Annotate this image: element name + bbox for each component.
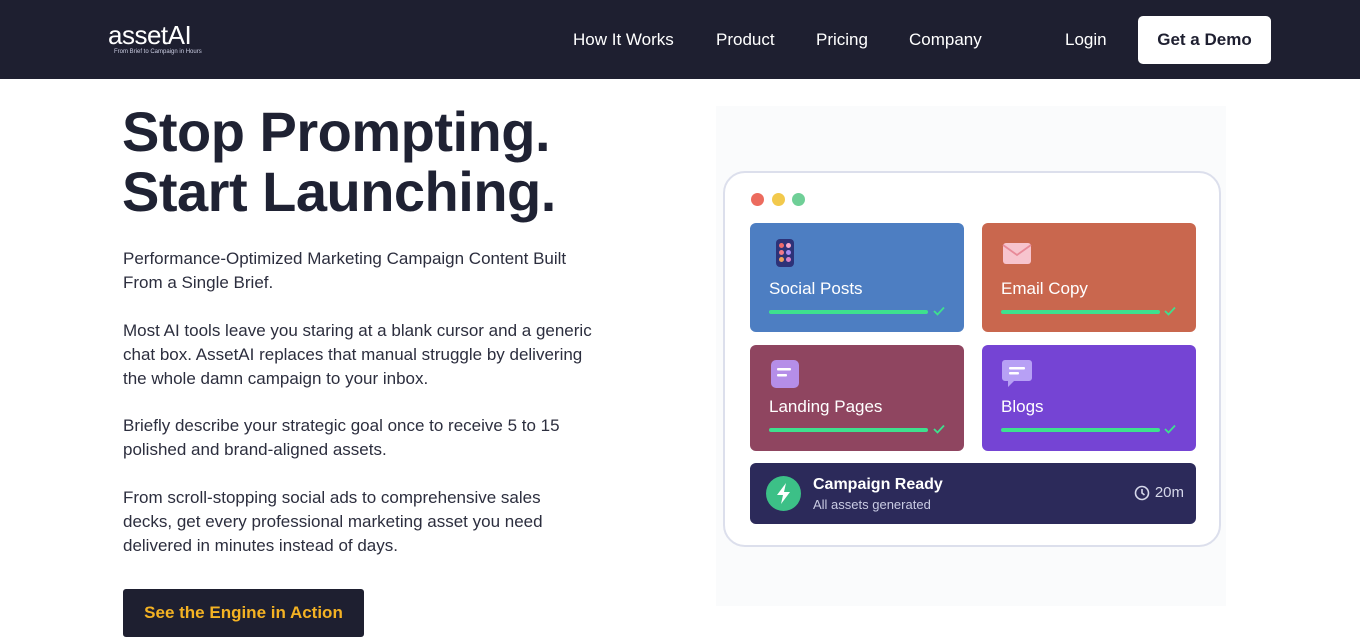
clock-icon <box>1134 485 1150 500</box>
asset-card-social-posts: Social Posts <box>750 223 964 332</box>
status-title: Campaign Ready <box>813 476 943 493</box>
headline-line-2: Start Launching. <box>122 160 556 223</box>
nav-link-pricing[interactable]: Pricing <box>816 29 868 51</box>
asset-card-blogs: Blogs <box>982 345 1196 451</box>
progress-bar <box>1001 428 1160 432</box>
lightning-icon <box>766 476 801 511</box>
envelope-icon <box>1002 243 1032 264</box>
nav-link-company[interactable]: Company <box>909 29 982 51</box>
elapsed-time: 20m <box>1134 484 1184 501</box>
brand-name: assetAI <box>108 20 192 50</box>
hero-headline: Stop Prompting. Start Launching. <box>122 102 556 222</box>
campaign-ready-banner: Campaign Ready All assets generated 20m <box>750 463 1196 524</box>
asset-card-email-copy: Email Copy <box>982 223 1196 332</box>
login-link[interactable]: Login <box>1065 29 1107 51</box>
headline-line-1: Stop Prompting. <box>122 100 551 163</box>
asset-card-landing-pages: Landing Pages <box>750 345 964 451</box>
get-a-demo-button[interactable]: Get a Demo <box>1138 16 1271 64</box>
phone-apps-icon <box>776 239 794 267</box>
status-subtitle: All assets generated <box>813 497 931 512</box>
check-icon <box>933 424 945 434</box>
see-engine-button[interactable]: See the Engine in Action <box>123 589 364 637</box>
nav-link-how-it-works[interactable]: How It Works <box>573 29 674 51</box>
hero-paragraph-4: From scroll-stopping social ads to compr… <box>123 488 543 555</box>
progress-bar <box>769 310 928 314</box>
app-window-mockup: Social Posts Email Copy Landing Pages Bl… <box>723 171 1221 547</box>
elapsed-time-value: 20m <box>1154 484 1184 501</box>
brand-tagline: From Brief to Campaign in Hours <box>114 49 202 55</box>
card-label: Blogs <box>1001 397 1044 416</box>
top-navigation-bar: assetAI From Brief to Campaign in Hours … <box>0 0 1360 79</box>
card-label: Landing Pages <box>769 397 883 416</box>
window-maximize-dot <box>792 193 805 206</box>
check-icon <box>1164 306 1176 316</box>
check-icon <box>1164 424 1176 434</box>
card-label: Social Posts <box>769 279 863 298</box>
nav-link-product[interactable]: Product <box>716 29 775 51</box>
check-icon <box>933 306 945 316</box>
hero-paragraph-1: Performance-Optimized Marketing Campaign… <box>123 249 567 292</box>
chat-bubble-icon <box>1002 360 1032 387</box>
document-icon <box>771 360 799 388</box>
window-minimize-dot <box>772 193 785 206</box>
card-label: Email Copy <box>1001 279 1088 298</box>
window-close-dot <box>751 193 764 206</box>
hero-paragraph-3: Briefly describe your strategic goal onc… <box>123 416 560 459</box>
progress-bar <box>769 428 928 432</box>
hero-paragraph-2: Most AI tools leave you staring at a bla… <box>123 321 592 388</box>
progress-bar <box>1001 310 1160 314</box>
brand-logo[interactable]: assetAI From Brief to Campaign in Hours <box>108 18 228 60</box>
